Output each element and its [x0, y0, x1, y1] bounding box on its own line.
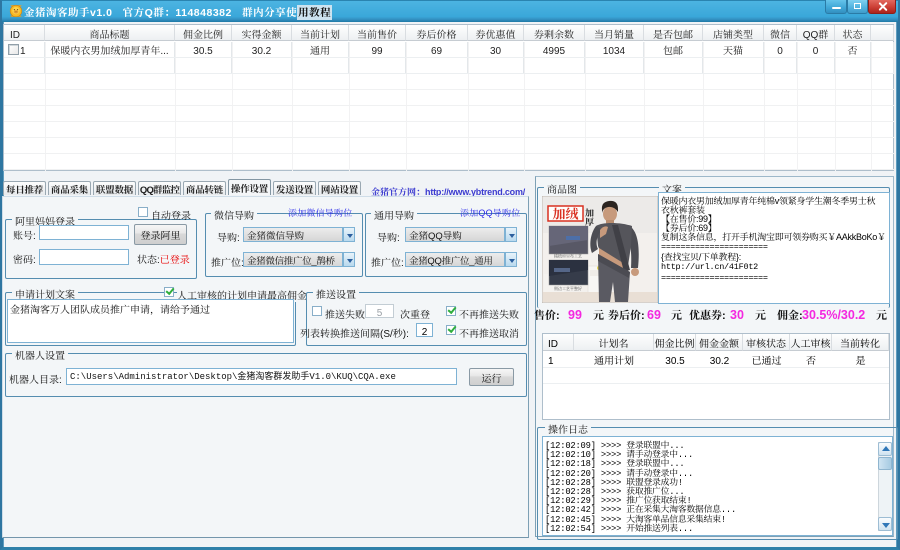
svg-text:精梳棉里布工艺: 精梳棉里布工艺	[554, 253, 582, 260]
svg-text:加绒: 加绒	[552, 204, 578, 223]
svg-text:侧边工艺平整好: 侧边工艺平整好	[554, 285, 582, 292]
